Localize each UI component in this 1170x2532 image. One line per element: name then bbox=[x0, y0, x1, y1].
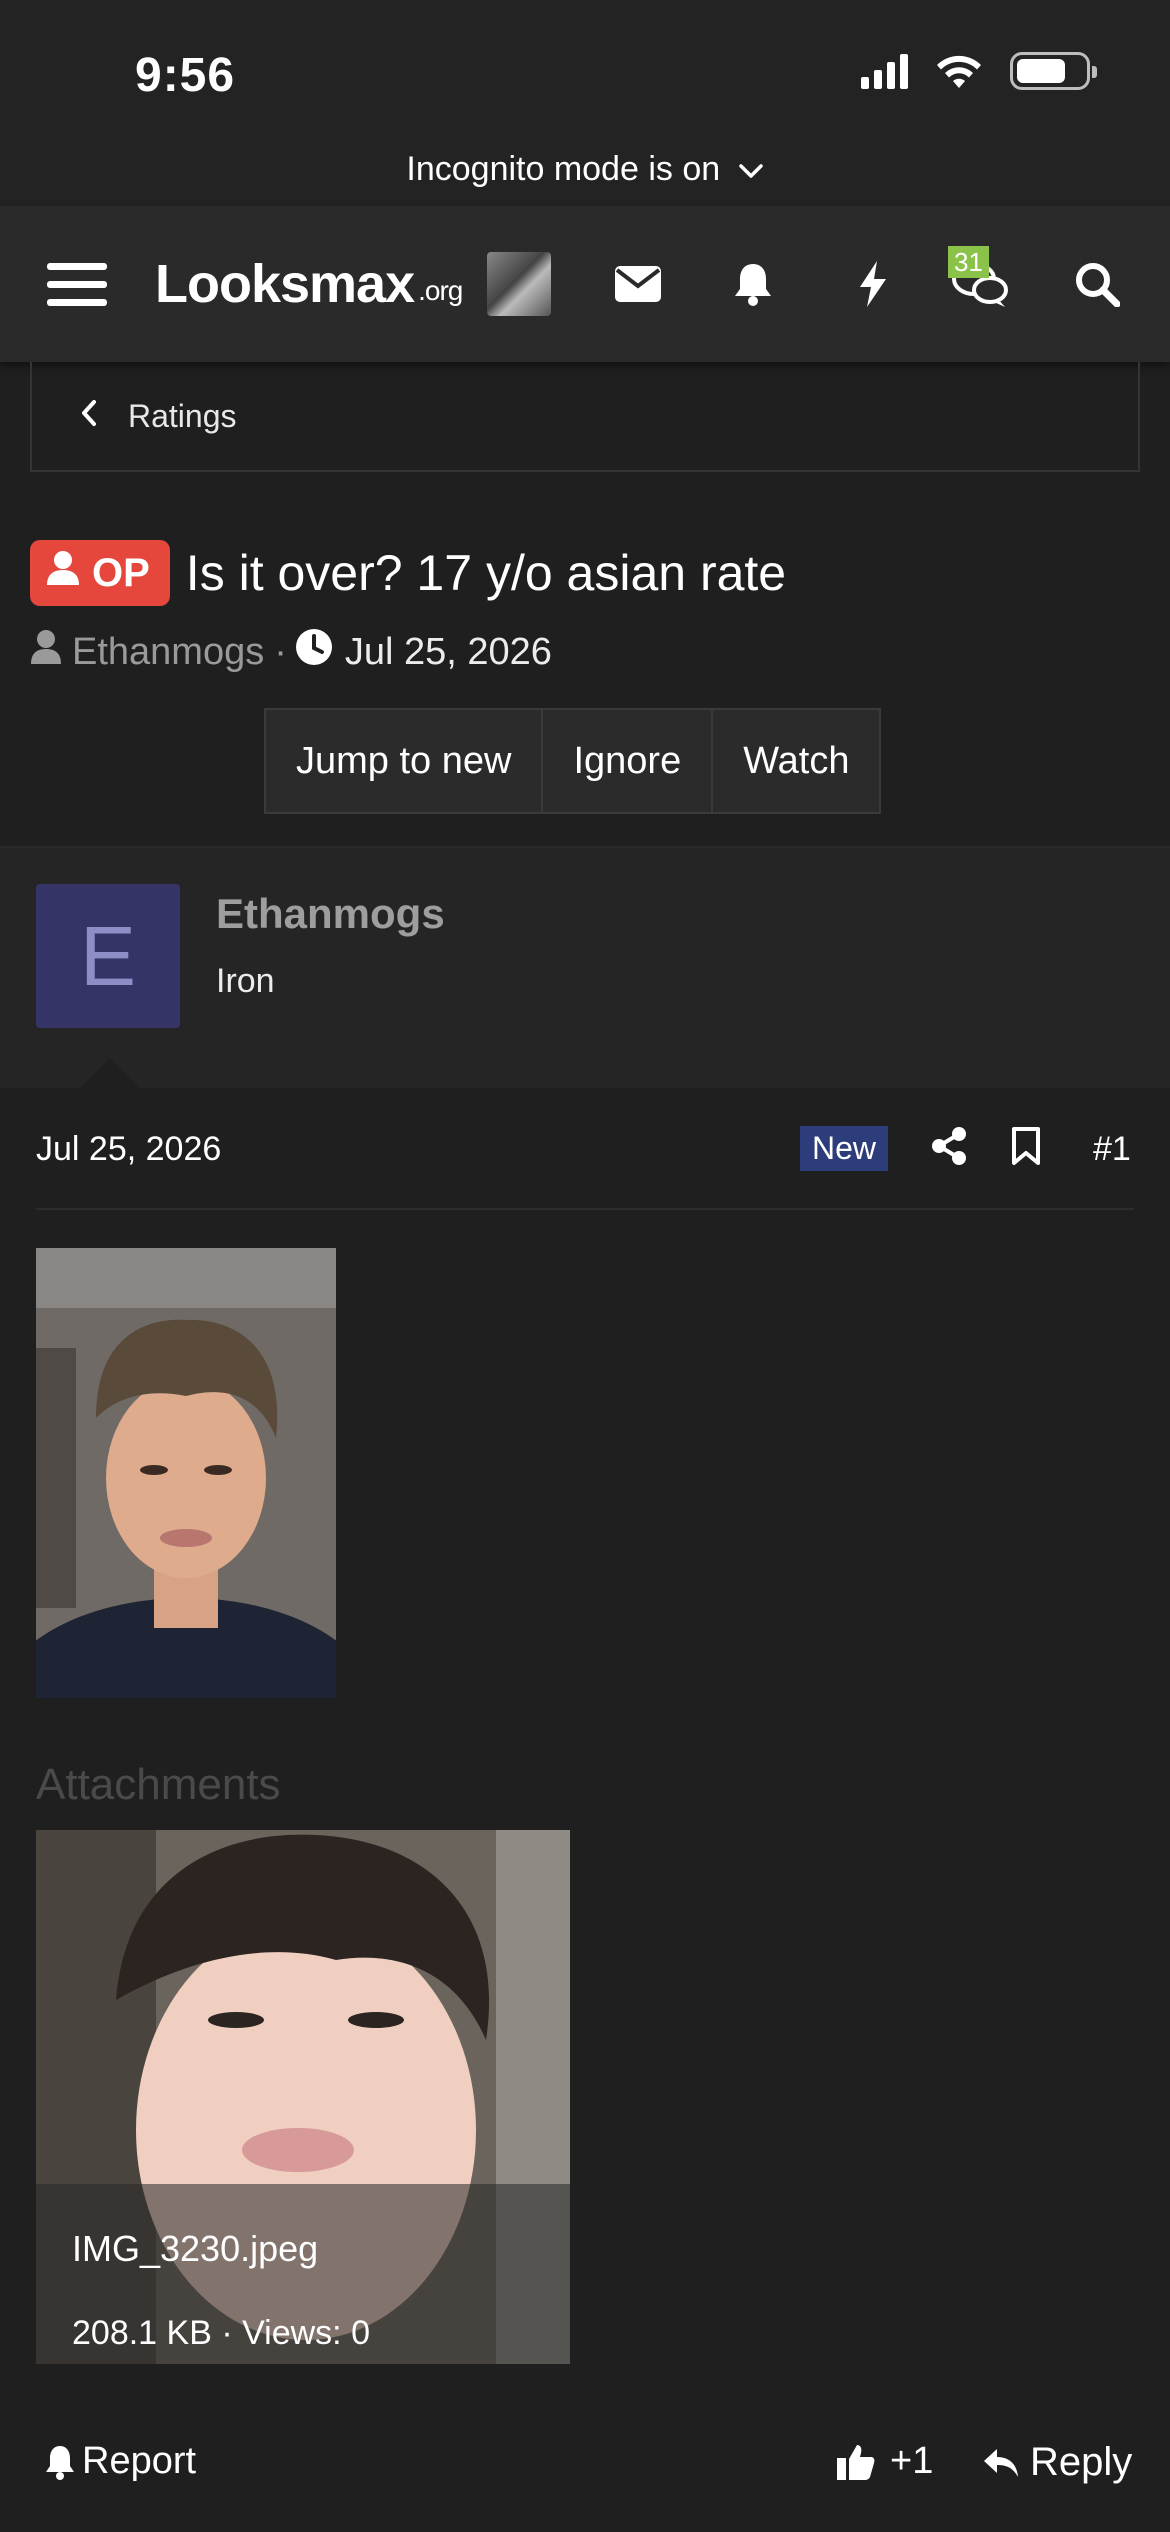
attachment-filename: IMG_3230.jpeg bbox=[72, 2228, 319, 2269]
breadcrumb[interactable]: Ratings bbox=[30, 362, 1140, 472]
attachment-info: 208.1 KB · Views: 0 bbox=[72, 2314, 370, 2352]
status-bar: 9:56 bbox=[0, 0, 1170, 150]
search-button[interactable] bbox=[1064, 206, 1130, 362]
op-label: OP bbox=[92, 550, 150, 595]
breadcrumb-ratings[interactable]: Ratings bbox=[128, 398, 237, 435]
thread-meta: Ethanmogs · Jul 25, 2026 bbox=[30, 628, 552, 676]
author-user-title: Iron bbox=[216, 962, 275, 1000]
author-avatar[interactable]: E bbox=[36, 884, 180, 1028]
menu-icon bbox=[47, 252, 107, 317]
incognito-banner[interactable]: Incognito mode is on bbox=[0, 150, 1170, 206]
inbox-button[interactable] bbox=[605, 206, 671, 362]
watch-button[interactable]: Watch bbox=[711, 708, 882, 814]
chevron-left-icon bbox=[80, 397, 98, 436]
new-badge: New bbox=[800, 1126, 889, 1171]
incognito-text: Incognito mode is on bbox=[406, 150, 721, 188]
logo-text: Looksmax bbox=[155, 254, 415, 314]
like-button[interactable]: +1 bbox=[836, 2440, 933, 2483]
thread-buttons: Jump to new Ignore Watch bbox=[264, 708, 882, 814]
site-logo[interactable]: Looksmax .org bbox=[155, 206, 463, 362]
person-icon bbox=[46, 550, 80, 596]
avatar-image bbox=[487, 252, 551, 316]
attachment-overlay: IMG_3230.jpeg 208.1 KB · Views: 0 bbox=[36, 2184, 570, 2364]
photo-image bbox=[36, 1248, 336, 1698]
conversations-button[interactable]: 31 bbox=[940, 206, 1020, 362]
ignore-button[interactable]: Ignore bbox=[541, 708, 714, 814]
logo-suffix: .org bbox=[418, 275, 463, 306]
report-label: Report bbox=[82, 2440, 197, 2482]
navbar: Looksmax .org 31 bbox=[0, 206, 1170, 362]
alerts-button[interactable] bbox=[720, 206, 786, 362]
mail-icon bbox=[615, 266, 661, 302]
bell-icon bbox=[46, 2445, 74, 2480]
signal-icon bbox=[861, 53, 908, 89]
author-arrow bbox=[80, 1058, 140, 1088]
thread-author[interactable]: Ethanmogs bbox=[72, 631, 264, 674]
op-prefix-badge[interactable]: OP bbox=[30, 540, 170, 606]
post-photo[interactable] bbox=[36, 1248, 336, 1698]
whats-new-button[interactable] bbox=[840, 206, 906, 362]
wifi-icon bbox=[937, 55, 981, 88]
search-icon bbox=[1076, 263, 1120, 307]
post-author-block: E Ethanmogs Iron bbox=[0, 848, 1170, 1088]
status-icons bbox=[861, 52, 1097, 90]
meta-separator: · bbox=[274, 630, 287, 673]
thread-title: Is it over? 17 y/o asian rate bbox=[185, 545, 787, 601]
jump-to-new-button[interactable]: Jump to new bbox=[264, 708, 544, 814]
post-date[interactable]: Jul 25, 2026 bbox=[36, 1130, 221, 1169]
attachments-heading: Attachments bbox=[36, 1760, 281, 1809]
conversations-badge: 31 bbox=[948, 246, 989, 278]
status-time: 9:56 bbox=[135, 49, 236, 102]
bookmark-icon bbox=[1012, 1127, 1040, 1165]
like-count: +1 bbox=[890, 2440, 934, 2482]
reply-button[interactable]: Reply bbox=[982, 2440, 1132, 2485]
attachment-card[interactable]: IMG_3230.jpeg 208.1 KB · Views: 0 bbox=[36, 1830, 570, 2364]
battery-icon bbox=[1010, 52, 1097, 90]
account-avatar[interactable] bbox=[486, 206, 552, 362]
post-number[interactable]: #1 bbox=[1093, 1130, 1131, 1169]
thread-date[interactable]: Jul 25, 2026 bbox=[345, 631, 552, 674]
user-icon bbox=[30, 629, 62, 675]
author-name[interactable]: Ethanmogs bbox=[216, 890, 445, 938]
share-icon bbox=[932, 1127, 966, 1165]
divider bbox=[36, 1208, 1134, 1210]
thread-title-row: OP Is it over? 17 y/o asian rate bbox=[30, 540, 786, 606]
chevron-down-icon bbox=[738, 154, 764, 188]
bookmark-button[interactable] bbox=[1010, 1126, 1042, 1171]
reply-label: Reply bbox=[1030, 2440, 1133, 2484]
bolt-icon bbox=[860, 261, 886, 307]
thumbs-up-icon bbox=[837, 2444, 875, 2480]
bell-icon bbox=[735, 264, 771, 306]
clock-icon bbox=[295, 628, 333, 676]
report-button[interactable]: Report bbox=[44, 2440, 196, 2483]
post-actions: Report +1 Reply bbox=[0, 2432, 1170, 2502]
reply-icon bbox=[984, 2448, 1018, 2477]
share-button[interactable] bbox=[930, 1126, 968, 1171]
menu-button[interactable] bbox=[45, 206, 109, 362]
